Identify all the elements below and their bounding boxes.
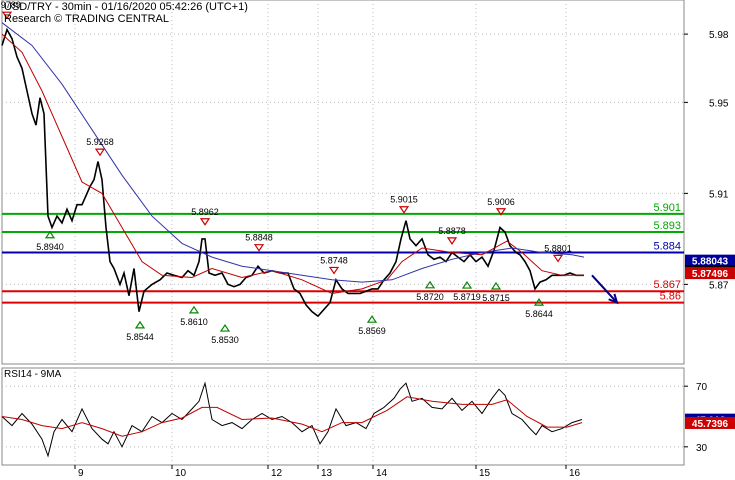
peak-label: 5.8878 xyxy=(438,226,466,236)
level-label: 5.884 xyxy=(653,241,681,253)
peak-label: 5.9015 xyxy=(390,195,418,205)
chart-canvas: 9 10 12 13 14 15 16 5.98 5.95 5.91 5.87 5.901 5.893 5… xyxy=(0,0,735,479)
trough-label: 5.8569 xyxy=(358,326,386,336)
peak-label: 5.9006 xyxy=(487,197,515,207)
x-tick-label: 16 xyxy=(569,468,581,479)
x-tick-label: 13 xyxy=(321,468,333,479)
rsi-panel-frame xyxy=(1,367,685,466)
trough-label: 5.8940 xyxy=(36,242,64,252)
level-label: 5.901 xyxy=(653,202,681,214)
peak-label: 5.8962 xyxy=(191,207,219,217)
price-y-tick-label: 5.98 xyxy=(709,30,729,41)
trough-label: 5.8610 xyxy=(180,317,208,327)
x-tick-label: 14 xyxy=(376,468,388,479)
x-tick-label: 15 xyxy=(479,468,491,479)
price-panel-frame xyxy=(1,0,685,365)
trough-label: 5.8719 xyxy=(453,292,481,302)
trough-label: 5.8715 xyxy=(482,293,510,303)
chart-title: USD/TRY - 30min - 01/16/2020 05:42:26 (U… xyxy=(4,1,248,13)
trough-label: 5.8720 xyxy=(416,292,444,302)
x-tick-label: 9 xyxy=(78,468,84,479)
price-y-tick-label: 5.95 xyxy=(709,98,729,109)
trough-label: 5.8530 xyxy=(211,335,239,345)
price-badge-label: 5.87496 xyxy=(692,269,729,280)
x-tick-label: 12 xyxy=(271,468,283,479)
peak-label: 5.9268 xyxy=(86,137,114,147)
price-y-tick-label: 5.91 xyxy=(709,189,729,200)
rsi-y-tick-label: 30 xyxy=(696,443,708,454)
rsi-y-tick-label: 70 xyxy=(696,382,708,393)
peak-label: 5.8748 xyxy=(320,255,348,265)
level-label: 5.893 xyxy=(653,220,681,232)
chart-source: Research © TRADING CENTRAL xyxy=(4,13,169,25)
peak-label: 5.8848 xyxy=(245,233,273,243)
rsi-badge-label: 45.7396 xyxy=(692,419,729,430)
price-y-tick-label: 5.87 xyxy=(709,280,729,291)
level-label: 5.867 xyxy=(653,279,681,291)
trough-label: 5.8544 xyxy=(126,332,154,342)
trough-label: 5.8644 xyxy=(525,309,553,319)
x-tick-label: 10 xyxy=(175,468,187,479)
rsi-title: RSI14 - 9MA xyxy=(4,369,62,380)
level-label: 5.86 xyxy=(660,291,681,303)
peak-label: 5.8801 xyxy=(544,243,572,253)
